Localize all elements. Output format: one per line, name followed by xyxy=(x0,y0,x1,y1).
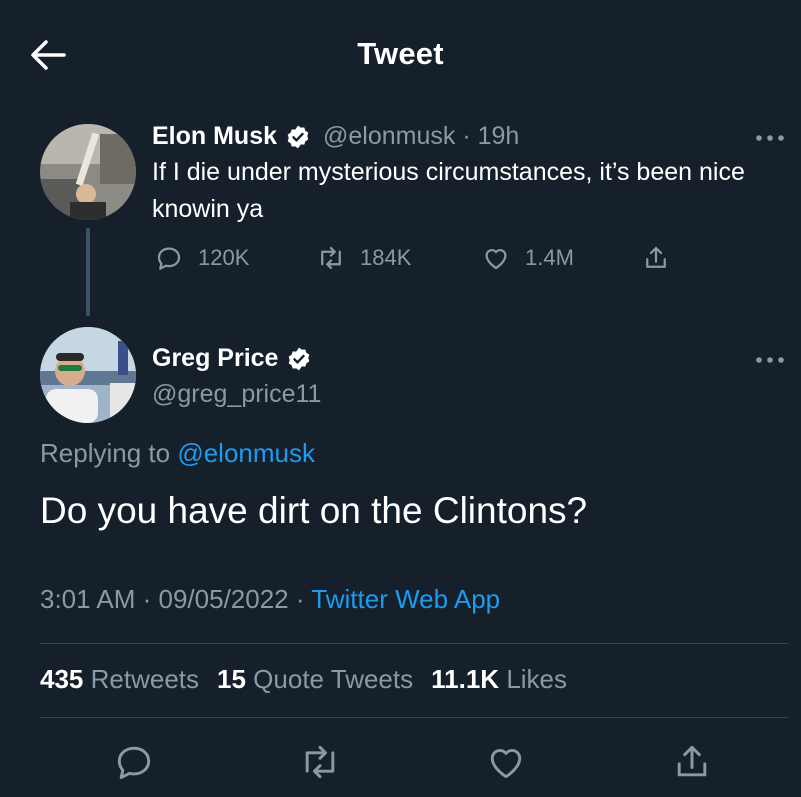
tweet-meta: 3:01 AM · 09/05/2022 · Twitter Web App xyxy=(40,584,501,614)
reply-button[interactable]: 120K xyxy=(154,243,249,273)
reply-icon xyxy=(117,746,151,780)
main-author-handle[interactable]: @greg_price11 xyxy=(152,380,321,409)
like-count: 1.4M xyxy=(525,245,574,270)
more-icon xyxy=(756,135,784,141)
share-button[interactable] xyxy=(641,243,671,273)
main-author-name[interactable]: Greg Price xyxy=(152,344,312,373)
retweet-icon xyxy=(305,745,335,779)
tweet-source[interactable]: Twitter Web App xyxy=(311,584,500,614)
divider xyxy=(40,643,788,644)
tweet-stats: 435 Retweets 15 Quote Tweets 11.1K Likes xyxy=(40,664,567,695)
avatar-greg-price[interactable] xyxy=(40,327,136,423)
tweet-date[interactable]: 09/05/2022 xyxy=(159,584,289,614)
more-icon xyxy=(756,357,784,363)
parent-tweet-text: If I die under mysterious circumstances,… xyxy=(152,158,745,223)
share-icon xyxy=(646,246,666,268)
tweet-time[interactable]: 3:01 AM xyxy=(40,584,135,614)
more-button[interactable] xyxy=(752,128,788,148)
likes-stat[interactable]: 11.1K Likes xyxy=(431,664,567,695)
verified-icon xyxy=(289,347,310,370)
retweet-icon xyxy=(321,246,341,270)
author-name[interactable]: Elon Musk xyxy=(152,122,311,151)
quote-tweets-stat[interactable]: 15 Quote Tweets xyxy=(217,664,413,695)
like-button[interactable]: 1.4M xyxy=(481,243,574,273)
page-title: Tweet xyxy=(357,36,444,71)
retweets-stat[interactable]: 435 Retweets xyxy=(40,664,199,695)
replying-to-handle[interactable]: @elonmusk xyxy=(177,438,315,468)
replying-to: Replying to @elonmusk xyxy=(40,438,315,468)
share-icon xyxy=(677,745,707,777)
like-icon xyxy=(485,249,507,270)
share-button[interactable] xyxy=(670,740,714,784)
author-handle-line: @elonmusk · 19h xyxy=(323,122,520,150)
reply-icon xyxy=(157,247,181,270)
retweet-button[interactable]: 184K xyxy=(316,243,411,273)
avatar-image xyxy=(40,124,136,220)
divider xyxy=(40,717,788,718)
like-button[interactable] xyxy=(484,740,528,784)
author-handle[interactable]: @elonmusk xyxy=(323,122,455,150)
main-tweet-text: Do you have dirt on the Clintons? xyxy=(40,490,588,531)
like-icon xyxy=(490,748,522,779)
main-more-button[interactable] xyxy=(752,350,788,370)
reply-button[interactable] xyxy=(112,740,156,784)
retweet-count: 184K xyxy=(360,245,412,270)
avatar-elon-musk[interactable] xyxy=(40,124,136,220)
verified-icon xyxy=(287,125,309,148)
thread-line xyxy=(86,228,90,316)
tweet-time[interactable]: 19h xyxy=(478,122,520,150)
retweet-button[interactable] xyxy=(298,740,342,784)
reply-count: 120K xyxy=(198,245,250,270)
parent-tweet-header: Elon Musk @elonmusk · 19h xyxy=(152,122,519,151)
avatar-image xyxy=(40,327,136,423)
